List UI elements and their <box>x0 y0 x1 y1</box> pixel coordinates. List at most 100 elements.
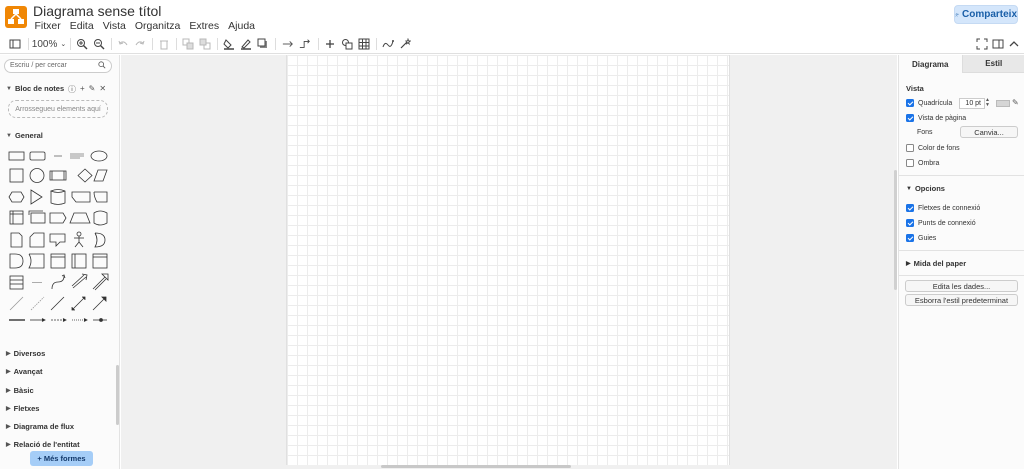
connection-arrows-option[interactable]: Fletxes de connexió <box>906 204 980 212</box>
vertical-scrollbar[interactable] <box>894 170 897 290</box>
pencil-icon[interactable]: ✎ <box>1012 98 1019 107</box>
menu-file[interactable]: Fitxer <box>30 20 65 32</box>
diagram-canvas[interactable] <box>121 55 897 469</box>
library-arrows[interactable]: ▶ Fletxes <box>6 404 39 413</box>
library-label: Avançat <box>13 367 43 376</box>
sidebar-scrollbar[interactable] <box>116 365 119 425</box>
app-logo[interactable] <box>5 6 27 28</box>
shadow-icon[interactable] <box>257 37 269 51</box>
caret-right-icon: ▶ <box>6 369 11 375</box>
menu-extras[interactable]: Extres <box>185 20 224 32</box>
library-basic[interactable]: ▶ Bàsic <box>6 386 34 395</box>
general-section[interactable]: ▼ General <box>6 131 43 140</box>
page-view-option[interactable]: Vista de pàgina <box>906 114 966 122</box>
connection-points-option[interactable]: Punts de connexió <box>906 219 976 227</box>
caret-down-icon: ▼ <box>906 185 912 192</box>
menu-view[interactable]: Vista <box>98 20 130 32</box>
insert-plus-icon[interactable] <box>324 37 336 51</box>
scratchpad-actions: ⓘ + ✎ ✕ <box>68 84 106 95</box>
horizontal-scrollbar[interactable] <box>381 465 571 468</box>
grid-label: Quadrícula <box>918 99 953 107</box>
to-back-icon[interactable] <box>199 37 211 51</box>
general-shapes-grid[interactable] <box>6 147 110 332</box>
table-icon[interactable] <box>358 37 370 51</box>
connection-points-checkbox[interactable] <box>906 219 914 227</box>
edit-icon[interactable]: ✎ <box>89 84 96 95</box>
grid-size-input[interactable]: 10 pt <box>959 98 985 109</box>
redo-icon[interactable] <box>134 37 146 51</box>
scratchpad-title: Bloc de notes <box>14 84 65 93</box>
to-front-icon[interactable] <box>182 37 194 51</box>
search-placeholder: Escriu / per cercar <box>10 62 67 69</box>
library-entity-relation[interactable]: ▶ Relació de l'entitat <box>6 440 80 449</box>
close-icon[interactable]: ✕ <box>99 84 106 95</box>
background-color-checkbox[interactable] <box>906 144 914 152</box>
guides-label: Guies <box>918 234 937 242</box>
share-button[interactable]: Comparteix <box>954 5 1018 24</box>
shadow-checkbox[interactable] <box>906 159 914 167</box>
grid-size-stepper[interactable]: ▲ ▼ <box>985 98 990 108</box>
zoom-in-icon[interactable] <box>76 37 88 51</box>
options-title: Opcions <box>914 184 945 193</box>
waypoints-icon[interactable] <box>298 37 312 51</box>
diagram-title[interactable]: Diagrama sense títol <box>33 3 161 19</box>
options-section[interactable]: ▼ Opcions <box>906 184 945 193</box>
tab-style[interactable]: Estil <box>961 55 1024 73</box>
background-color-label: Color de fons <box>918 144 960 152</box>
fullscreen-icon[interactable] <box>976 37 988 51</box>
background-label: Fons <box>917 129 933 136</box>
scratchpad-section[interactable]: ▼ Bloc de notes <box>6 84 64 93</box>
page-view-checkbox[interactable] <box>906 114 914 122</box>
more-shapes-button[interactable]: + Més formes <box>30 451 93 466</box>
diagram-page[interactable] <box>286 55 730 465</box>
edit-data-button[interactable]: Edita les dades... <box>905 280 1018 292</box>
connection-arrow-icon[interactable] <box>281 37 295 51</box>
connection-points-label: Punts de connexió <box>918 219 976 227</box>
drawio-logo-icon <box>8 9 24 24</box>
zoom-out-icon[interactable] <box>93 37 105 51</box>
grid-option[interactable]: Quadrícula <box>906 99 952 107</box>
undo-icon[interactable] <box>117 37 129 51</box>
menu-bar: Fitxer Edita Vista Organitza Extres Ajud… <box>30 20 260 32</box>
grid-color-swatch[interactable] <box>996 100 1010 107</box>
shadow-option[interactable]: Ombra <box>906 159 939 167</box>
shape-search-input[interactable]: Escriu / per cercar <box>4 59 112 73</box>
background-color-option[interactable]: Color de fons <box>906 144 960 152</box>
format-panel-toggle-icon[interactable] <box>9 37 21 51</box>
zoom-dropdown[interactable]: 100% ⌄ <box>32 37 66 51</box>
library-label: Bàsic <box>13 386 34 395</box>
library-advanced[interactable]: ▶ Avançat <box>6 367 43 376</box>
line-color-icon[interactable] <box>240 37 252 51</box>
divider <box>899 175 1024 176</box>
menu-edit[interactable]: Edita <box>65 20 98 32</box>
scratchpad-drop-area[interactable]: Arrossegueu elements aquí <box>8 100 108 118</box>
add-icon[interactable]: + <box>80 84 85 95</box>
insert-shape-icon[interactable] <box>341 37 353 51</box>
paper-size-section[interactable]: ▶ Mida del paper <box>906 259 966 268</box>
menu-help[interactable]: Ajuda <box>224 20 260 32</box>
caret-right-icon: ▶ <box>6 406 11 412</box>
help-icon[interactable]: ⓘ <box>68 84 76 95</box>
connection-arrows-checkbox[interactable] <box>906 204 914 212</box>
caret-right-icon: ▶ <box>6 424 11 430</box>
guides-option[interactable]: Guies <box>906 234 936 242</box>
freehand-draw-icon[interactable] <box>382 37 394 51</box>
delete-icon[interactable] <box>158 37 170 51</box>
grid-checkbox[interactable] <box>906 99 914 107</box>
format-panel-icon[interactable] <box>992 37 1004 51</box>
caret-down-icon: ▼ <box>6 132 12 139</box>
divider <box>899 250 1024 251</box>
menu-arrange[interactable]: Organitza <box>130 20 185 32</box>
magic-wand-icon[interactable] <box>399 37 411 51</box>
tab-diagram[interactable]: Diagrama <box>899 55 962 73</box>
library-flowchart[interactable]: ▶ Diagrama de flux <box>6 422 74 431</box>
reset-style-button[interactable]: Esborra l'estil predeterminat <box>905 294 1018 306</box>
fill-color-icon[interactable] <box>223 37 235 51</box>
change-background-button[interactable]: Canvia... <box>960 126 1018 138</box>
guides-checkbox[interactable] <box>906 234 914 242</box>
library-misc[interactable]: ▶ Diversos <box>6 349 45 358</box>
connection-arrows-label: Fletxes de connexió <box>918 204 981 212</box>
collapse-up-icon[interactable] <box>1008 37 1020 51</box>
caret-right-icon: ▶ <box>6 388 11 394</box>
share-label: Comparteix <box>961 9 1017 20</box>
